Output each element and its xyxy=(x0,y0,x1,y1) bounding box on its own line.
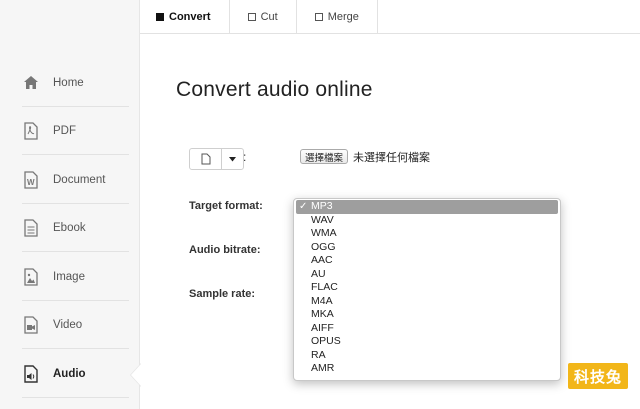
target-format-label: Target format: xyxy=(189,200,263,212)
tab-label: Convert xyxy=(169,11,211,23)
sidebar-item-label: Audio xyxy=(53,367,86,380)
sidebar-item-audio[interactable]: Audio xyxy=(22,350,129,398)
home-icon xyxy=(22,73,40,93)
file-source-dropdown[interactable] xyxy=(222,149,243,169)
tab-convert[interactable]: Convert xyxy=(140,0,230,34)
checkmark-icon: ✓ xyxy=(299,201,308,212)
sidebar-item-video[interactable]: Video xyxy=(22,301,129,349)
page-title: Convert audio online xyxy=(176,78,373,101)
sidebar-item-image[interactable]: Image xyxy=(22,253,129,301)
active-indicator xyxy=(131,364,141,386)
sidebar-item-label: Ebook xyxy=(53,221,86,234)
tab-bar: Convert Cut Merge xyxy=(140,0,640,34)
sidebar-item-pdf[interactable]: PDF xyxy=(22,107,129,155)
target-format-dropdown[interactable]: ✓ MP3 WAV WMA OGG AAC AU FLAC M4A MKA AIF… xyxy=(293,198,561,381)
file-icon xyxy=(201,153,210,165)
format-option-mp3[interactable]: ✓ MP3 xyxy=(296,200,558,214)
audio-bitrate-label: Audio bitrate: xyxy=(189,244,261,256)
square-icon xyxy=(247,13,256,21)
choose-file-button[interactable]: 選擇檔案 xyxy=(300,149,349,164)
svg-text:W: W xyxy=(27,178,35,187)
format-option-wav[interactable]: WAV xyxy=(294,214,560,228)
sidebar-item-label: PDF xyxy=(53,124,76,137)
format-option-aac[interactable]: AAC xyxy=(294,254,560,268)
format-option-mka[interactable]: MKA xyxy=(294,308,560,322)
pdf-icon xyxy=(22,121,40,141)
format-option-au[interactable]: AU xyxy=(294,268,560,282)
document-icon: W xyxy=(22,170,40,190)
format-option-wma[interactable]: WMA xyxy=(294,227,560,241)
tab-label: Cut xyxy=(260,11,278,23)
tab-merge[interactable]: Merge xyxy=(297,0,378,34)
audio-icon xyxy=(22,364,40,384)
file-button[interactable] xyxy=(190,149,222,169)
format-option-opus[interactable]: OPUS xyxy=(294,335,560,349)
no-file-text: 未選擇任何檔案 xyxy=(353,152,430,164)
square-icon xyxy=(156,13,164,21)
format-option-ra[interactable]: RA xyxy=(294,349,560,363)
sidebar-item-home[interactable]: Home xyxy=(22,59,129,107)
sidebar-item-label: Image xyxy=(53,270,85,283)
format-option-ogg[interactable]: OGG xyxy=(294,241,560,255)
format-option-amr[interactable]: AMR xyxy=(294,362,560,376)
format-option-aiff[interactable]: AIFF xyxy=(294,322,560,336)
sidebar-item-label: Video xyxy=(53,318,83,331)
sidebar: Home PDF W Document Ebook Image Video Au… xyxy=(0,0,140,409)
format-option-flac[interactable]: FLAC xyxy=(294,281,560,295)
square-icon xyxy=(314,13,323,21)
sidebar-item-document[interactable]: W Document xyxy=(22,156,129,204)
file-source-button xyxy=(189,148,244,170)
caret-down-icon xyxy=(229,156,236,161)
tab-cut[interactable]: Cut xyxy=(230,0,297,34)
format-option-m4a[interactable]: M4A xyxy=(294,295,560,309)
sidebar-item-label: Home xyxy=(53,76,84,89)
image-icon xyxy=(22,267,40,287)
file-colon: : xyxy=(243,150,247,164)
watermark-logo: 科技兔 xyxy=(568,363,628,389)
video-icon xyxy=(22,315,40,335)
ebook-icon xyxy=(22,218,40,238)
tab-label: Merge xyxy=(327,11,359,23)
sample-rate-label: Sample rate: xyxy=(189,288,256,300)
sidebar-item-label: Document xyxy=(53,173,106,186)
sidebar-item-ebook[interactable]: Ebook xyxy=(22,204,129,252)
